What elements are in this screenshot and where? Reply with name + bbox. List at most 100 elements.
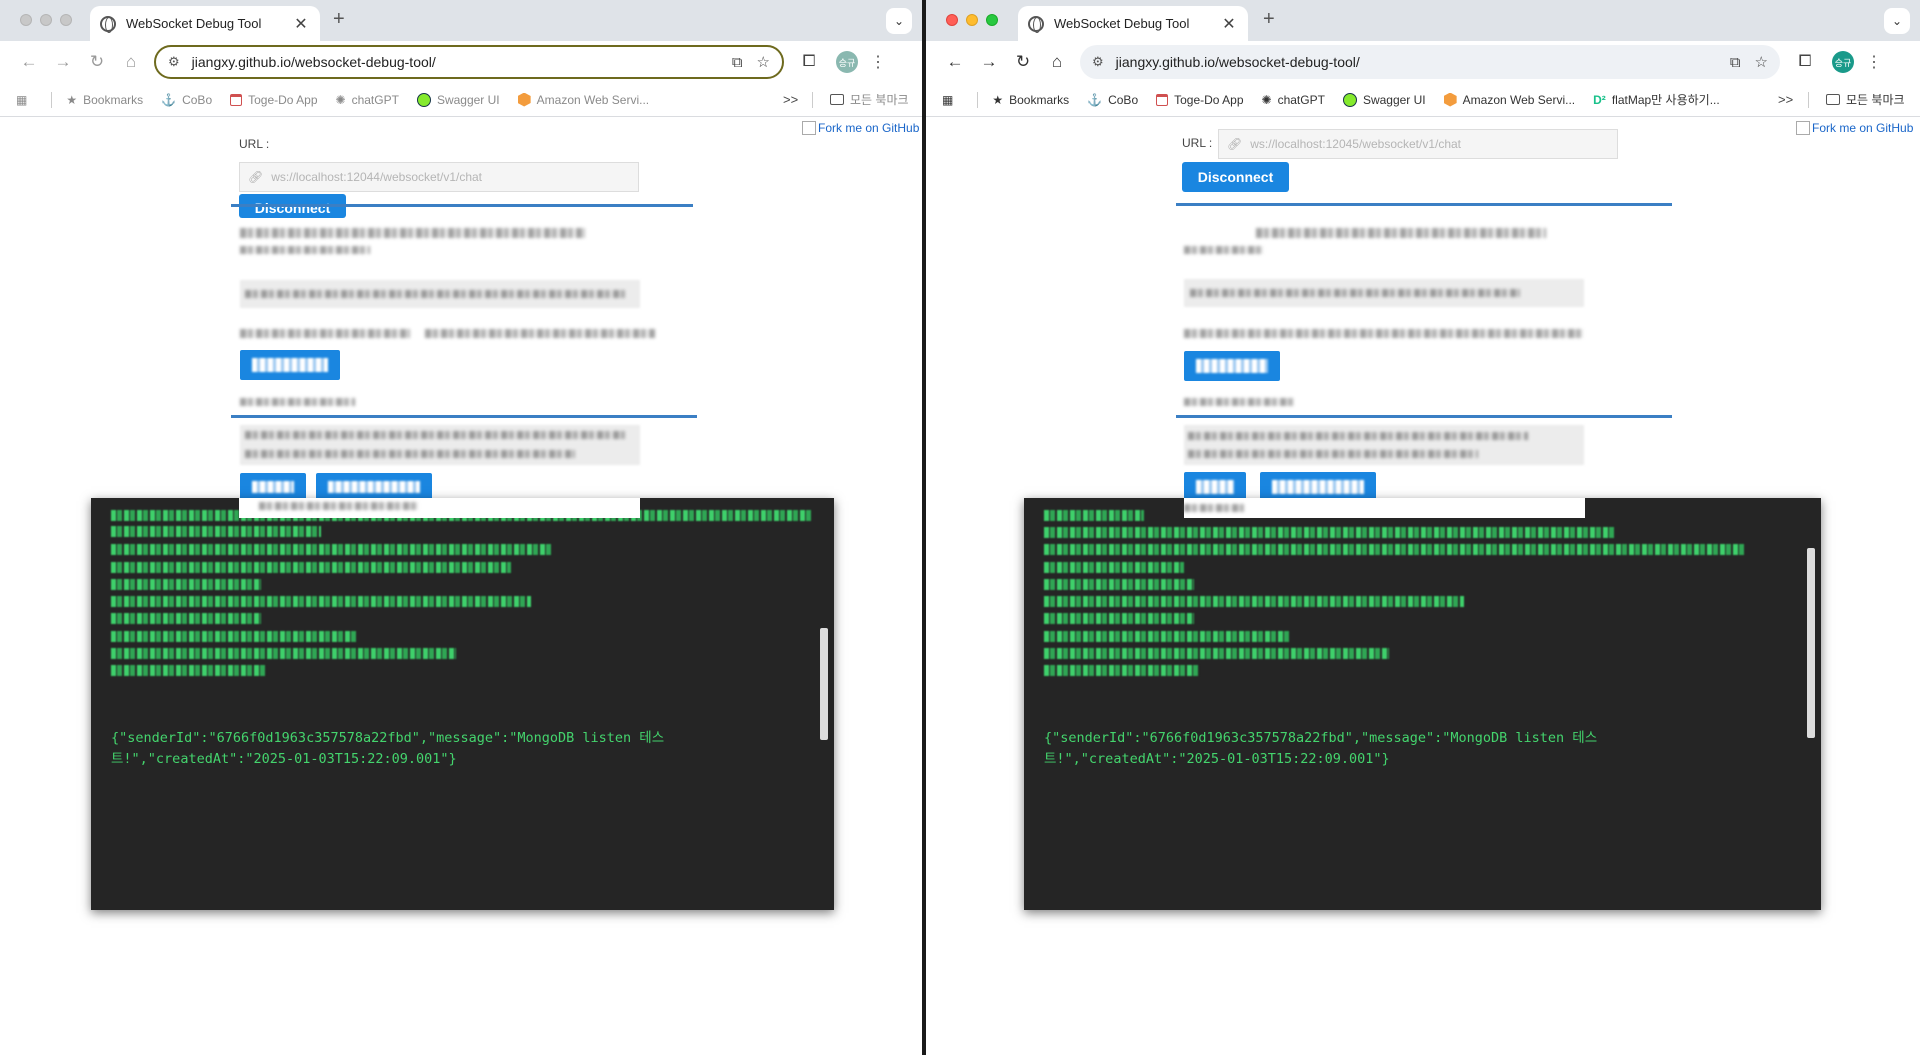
link-icon: 🔗︎ — [248, 170, 264, 184]
close-tab-icon[interactable]: ✕ — [292, 14, 310, 34]
console-json-message: {"senderId":"6766f0d1963c357578a22fbd","… — [111, 730, 665, 767]
new-tab-button[interactable]: + — [1263, 8, 1275, 31]
bookmark-separator — [1808, 91, 1809, 108]
minimize-window-button[interactable] — [966, 14, 978, 26]
page-content: Fork me on GitHub URL : 🔗︎ ws://localhos… — [0, 118, 922, 1055]
window-controls — [946, 14, 998, 26]
console-line — [111, 596, 531, 607]
aws-icon — [1443, 92, 1457, 107]
apps-icon[interactable]: ▦ — [942, 93, 959, 107]
more-bookmarks-button[interactable]: >> — [783, 92, 798, 107]
bookmark-swagger[interactable]: Swagger UI — [416, 92, 500, 107]
apps-icon[interactable]: ▦ — [16, 93, 33, 107]
home-icon[interactable]: ⌂ — [114, 47, 148, 77]
bookmark-aws[interactable]: Amazon Web Servi... — [1443, 92, 1575, 107]
navigation-toolbar: ← → ↻ ⌂ ⚙ jiangxy.github.io/websocket-de… — [0, 41, 922, 83]
menu-kebab-icon[interactable]: ⋮ — [866, 52, 890, 72]
tab-search-button[interactable]: ⌄ — [1884, 8, 1910, 34]
blurred-text — [245, 431, 625, 439]
close-tab-icon[interactable]: ✕ — [1220, 14, 1238, 34]
disconnect-button[interactable]: Disconnect — [1182, 162, 1289, 192]
reload-icon[interactable]: ↻ — [80, 47, 114, 77]
address-bar[interactable]: ⚙ jiangxy.github.io/websocket-debug-tool… — [154, 45, 784, 79]
bookmark-togedo[interactable]: Toge-Do App — [1156, 93, 1244, 107]
back-icon[interactable]: ← — [12, 47, 46, 77]
minimize-window-button[interactable] — [40, 14, 52, 26]
blurred-button[interactable] — [1184, 351, 1280, 381]
extensions-icon[interactable]: ⧠ — [794, 47, 824, 77]
menu-kebab-icon[interactable]: ⋮ — [1862, 52, 1886, 72]
more-bookmarks-button[interactable]: >> — [1778, 92, 1793, 107]
extensions-icon[interactable]: ⧠ — [1790, 47, 1820, 77]
blurred-button[interactable] — [240, 473, 306, 501]
close-window-button[interactable] — [20, 14, 32, 26]
bookmark-swagger[interactable]: Swagger UI — [1342, 92, 1426, 107]
blurred-text — [245, 450, 575, 458]
address-bar[interactable]: ⚙ jiangxy.github.io/websocket-debug-tool… — [1080, 45, 1780, 79]
home-icon[interactable]: ⌂ — [1040, 47, 1074, 77]
url-label: URL : — [1182, 136, 1213, 150]
blurred-text — [1190, 289, 1520, 297]
fork-me-link[interactable]: Fork me on GitHub — [802, 121, 919, 135]
reload-icon[interactable]: ↻ — [1006, 47, 1040, 77]
console-output: {"senderId":"6766f0d1963c357578a22fbd","… — [91, 498, 834, 910]
blurred-text — [1188, 450, 1478, 458]
translate-icon[interactable]: ⧉ — [732, 54, 743, 71]
tab-strip: WebSocket Debug Tool ✕ + ⌄ — [926, 0, 1920, 41]
bookmark-star-icon[interactable]: ☆ — [757, 53, 770, 71]
blurred-text — [1184, 398, 1294, 406]
bookmark-chatgpt[interactable]: ✺ chatGPT — [1262, 93, 1325, 107]
tab-websocket-debug-tool[interactable]: WebSocket Debug Tool ✕ — [90, 6, 320, 41]
all-bookmarks-button[interactable]: 모든 북마크 — [1826, 91, 1905, 108]
site-info-icon[interactable]: ⚙ — [168, 54, 180, 70]
forward-icon[interactable]: → — [972, 47, 1006, 77]
bookmark-star-icon[interactable]: ☆ — [1755, 53, 1768, 71]
folder-icon — [830, 94, 844, 105]
blurred-button[interactable] — [316, 473, 432, 501]
address-text[interactable]: jiangxy.github.io/websocket-debug-tool/ — [192, 54, 718, 70]
fork-me-link[interactable]: Fork me on GitHub — [1796, 121, 1913, 135]
console-scrollbar[interactable] — [820, 628, 828, 740]
bookmark-togedo[interactable]: Toge-Do App — [230, 93, 318, 107]
blurred-text — [1256, 228, 1546, 238]
bookmark-bookmarks[interactable]: ★ Bookmarks — [66, 93, 143, 107]
url-input[interactable]: 🔗︎ ws://localhost:12044/websocket/v1/cha… — [239, 162, 639, 192]
console-line — [111, 562, 511, 573]
bookmark-separator — [51, 91, 53, 108]
console-line — [111, 648, 456, 659]
console-line — [1044, 648, 1389, 659]
bookmark-cobo[interactable]: ⚓ CoBo — [161, 93, 212, 107]
forward-icon[interactable]: → — [46, 47, 80, 77]
tab-websocket-debug-tool[interactable]: WebSocket Debug Tool ✕ — [1018, 6, 1248, 41]
anchor-icon: ⚓ — [1087, 92, 1103, 107]
console-output: {"senderId":"6766f0d1963c357578a22fbd","… — [1024, 498, 1821, 910]
console-line — [1044, 527, 1614, 538]
blurred-button[interactable] — [240, 350, 340, 380]
page-content: Fork me on GitHub URL : 🔗︎ ws://localhos… — [926, 118, 1920, 1055]
blurred-text — [1184, 329, 1584, 338]
bookmark-chatgpt[interactable]: ✺ chatGPT — [336, 93, 399, 107]
tab-search-button[interactable]: ⌄ — [886, 8, 912, 34]
close-window-button[interactable] — [946, 14, 958, 26]
bookmark-aws[interactable]: Amazon Web Servi... — [517, 92, 649, 107]
url-input[interactable]: 🔗︎ ws://localhost:12045/websocket/v1/cha… — [1218, 129, 1618, 159]
maximize-window-button[interactable] — [60, 14, 72, 26]
back-icon[interactable]: ← — [938, 47, 972, 77]
tab-title: WebSocket Debug Tool — [1054, 16, 1190, 31]
blurred-text — [240, 398, 355, 406]
translate-icon[interactable]: ⧉ — [1730, 54, 1741, 71]
bookmark-cobo[interactable]: ⚓ CoBo — [1087, 93, 1138, 107]
all-bookmarks-button[interactable]: 모든 북마크 — [830, 91, 909, 108]
profile-avatar[interactable]: 승규 — [836, 51, 858, 73]
calendar-icon — [230, 93, 243, 106]
maximize-window-button[interactable] — [986, 14, 998, 26]
bookmark-flatmap[interactable]: D² flatMap만 사용하기... — [1593, 91, 1720, 108]
profile-avatar[interactable]: 승규 — [1832, 51, 1854, 73]
bookmark-bookmarks[interactable]: ★ Bookmarks — [992, 93, 1069, 107]
address-text[interactable]: jiangxy.github.io/websocket-debug-tool/ — [1116, 54, 1716, 70]
section-divider — [231, 415, 697, 418]
console-scrollbar[interactable] — [1807, 548, 1815, 738]
site-info-icon[interactable]: ⚙ — [1092, 54, 1104, 70]
console-line — [111, 526, 321, 537]
new-tab-button[interactable]: + — [333, 8, 345, 31]
